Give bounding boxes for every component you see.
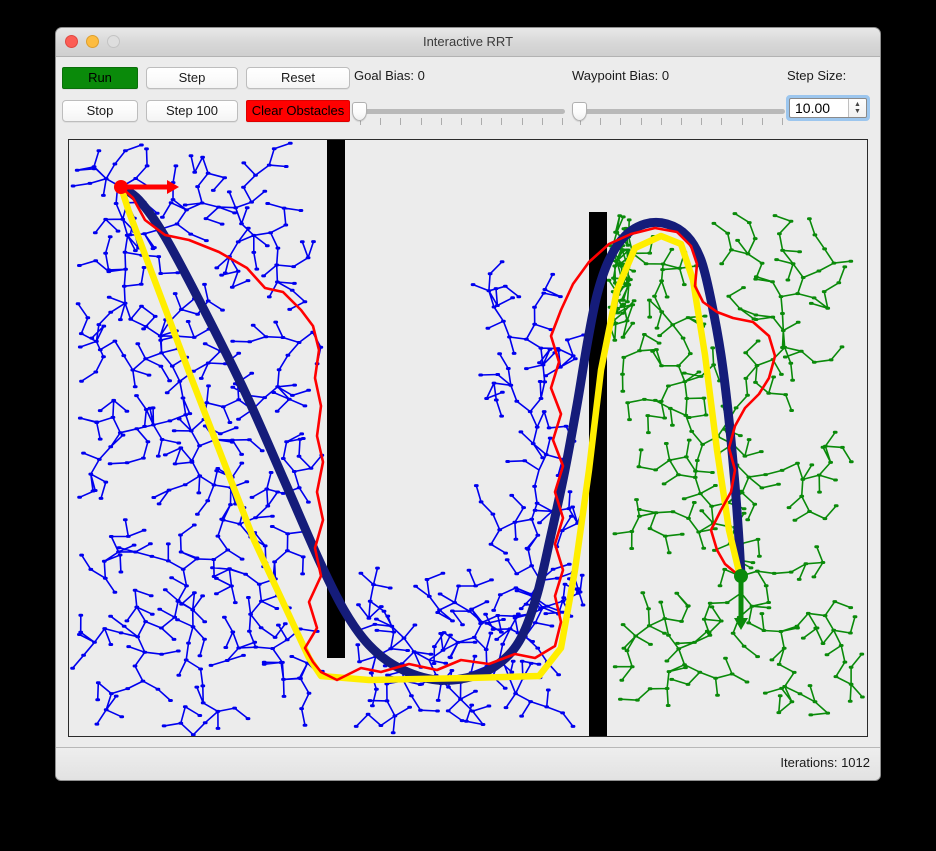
rrt-scene-svg[interactable] bbox=[69, 140, 867, 736]
waypoint-bias-slider-track[interactable] bbox=[578, 109, 785, 114]
window-title: Interactive RRT bbox=[422, 34, 514, 49]
iterations-counter: Iterations: 1012 bbox=[780, 755, 870, 770]
step-100-button[interactable]: Step 100 bbox=[146, 100, 238, 122]
waypoint-bias-slider-ticks bbox=[580, 118, 783, 125]
clear-obstacles-button[interactable]: Clear Obstacles bbox=[246, 100, 350, 122]
control-toolbar: Run Step Reset Stop Step 100 Clear Obsta… bbox=[56, 57, 880, 141]
waypoint-bias-slider[interactable] bbox=[572, 99, 787, 125]
goal-bias-slider-knob[interactable] bbox=[352, 102, 367, 121]
status-bar: Iterations: 1012 bbox=[56, 747, 880, 780]
step-size-label: Step Size: bbox=[787, 68, 847, 83]
step-size-input[interactable]: 10.00 bbox=[790, 99, 848, 117]
app-window: Interactive RRT Run Step Reset Stop Step… bbox=[56, 28, 880, 780]
reset-button[interactable]: Reset bbox=[246, 67, 350, 89]
chevron-up-icon[interactable]: ▲ bbox=[854, 101, 861, 108]
step-size-field-wrapper[interactable]: 10.00 ▲ ▼ bbox=[786, 95, 870, 121]
goal-bias-slider[interactable] bbox=[352, 99, 567, 125]
goal-bias-slider-track[interactable] bbox=[358, 109, 565, 114]
waypoint-bias-label: Waypoint Bias: 0 bbox=[572, 68, 670, 83]
window-titlebar: Interactive RRT bbox=[56, 28, 880, 57]
step-size-stepper[interactable]: ▲ ▼ bbox=[848, 99, 866, 117]
goal-bias-label: Goal Bias: 0 bbox=[354, 68, 425, 83]
rrt-canvas[interactable] bbox=[68, 139, 868, 737]
chevron-down-icon[interactable]: ▼ bbox=[854, 108, 861, 115]
waypoint-bias-slider-knob[interactable] bbox=[572, 102, 587, 121]
run-button[interactable]: Run bbox=[62, 67, 138, 89]
stop-button[interactable]: Stop bbox=[62, 100, 138, 122]
screen-root: Interactive RRT Run Step Reset Stop Step… bbox=[0, 0, 936, 851]
goal-bias-slider-ticks bbox=[360, 118, 563, 125]
step-size-field[interactable]: 10.00 ▲ ▼ bbox=[789, 98, 867, 118]
step-button[interactable]: Step bbox=[146, 67, 238, 89]
